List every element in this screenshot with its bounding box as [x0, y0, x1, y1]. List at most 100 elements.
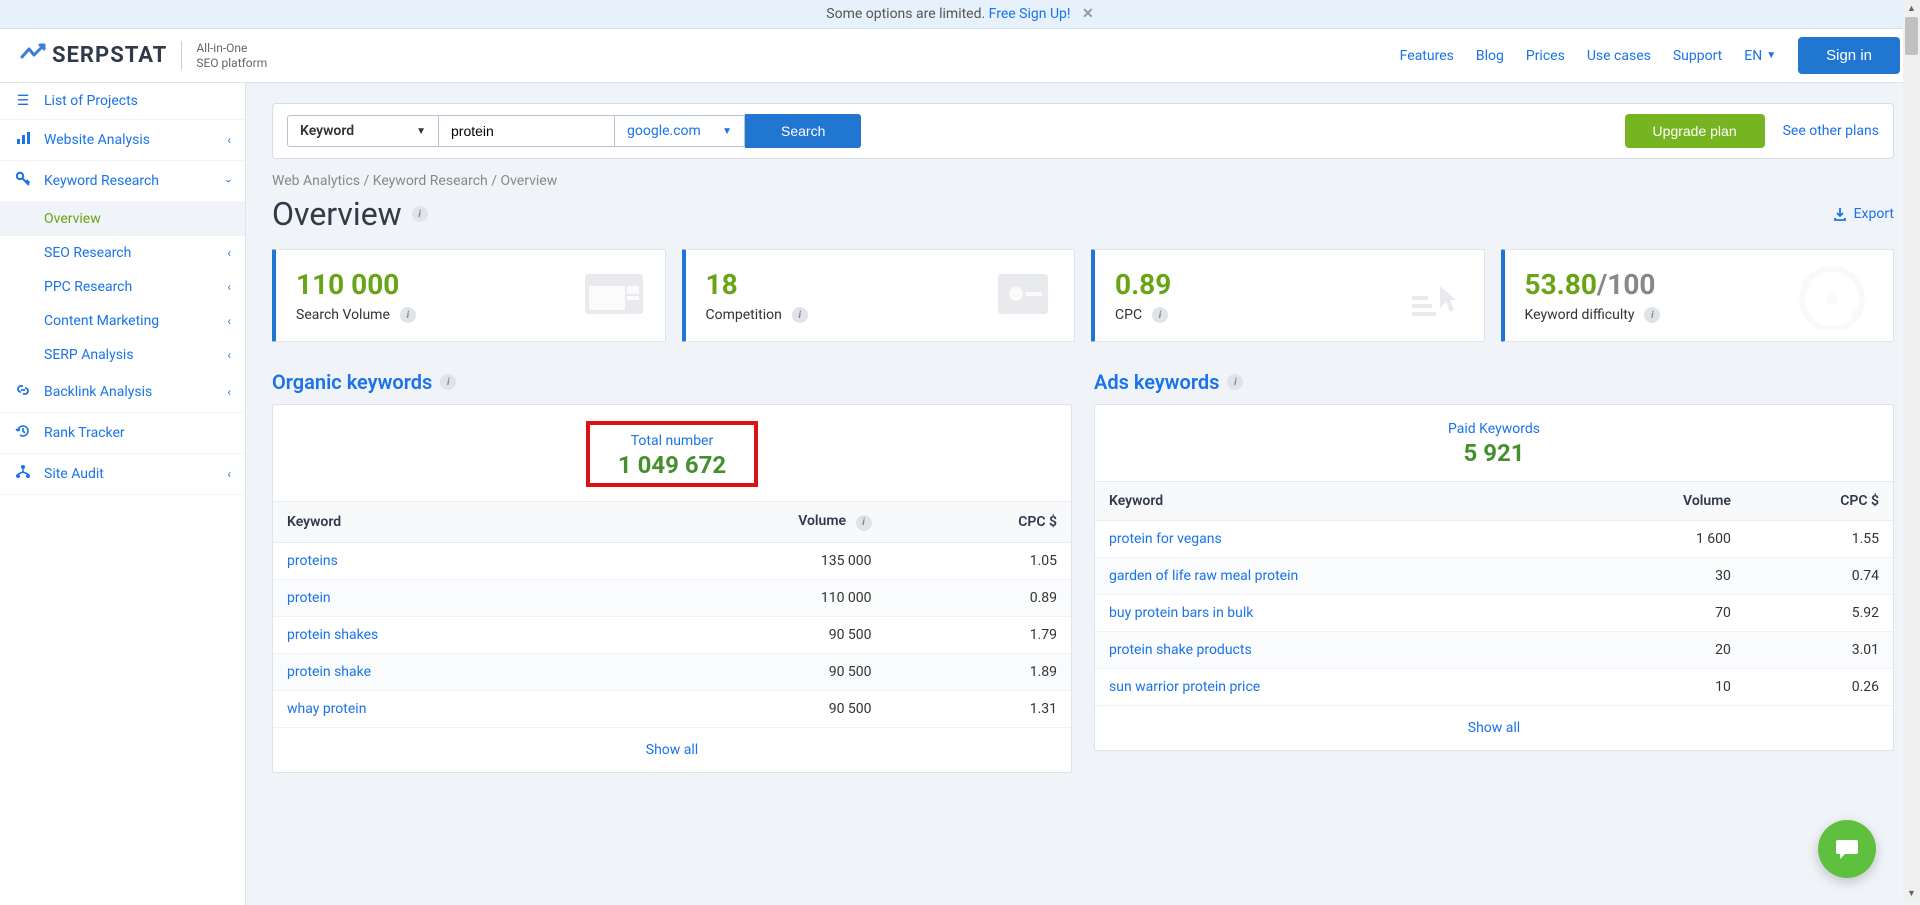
search-input[interactable]: [439, 115, 615, 147]
info-icon[interactable]: i: [440, 374, 456, 390]
sidebar-sub-overview[interactable]: Overview: [0, 202, 245, 236]
sidebar-item-website-analysis[interactable]: Website Analysis ‹: [0, 120, 245, 161]
cell-keyword: proteins: [273, 542, 604, 579]
banner-signup-link[interactable]: Free Sign Up!: [989, 6, 1071, 22]
sidebar-sub-ppc[interactable]: PPC Research‹: [44, 270, 245, 304]
sidebar-sub-content[interactable]: Content Marketing‹: [44, 304, 245, 338]
sidebar-item-projects[interactable]: ☰List of Projects: [0, 83, 245, 120]
keyword-link[interactable]: proteins: [287, 553, 338, 569]
keyword-link[interactable]: garden of life raw meal protein: [1109, 568, 1298, 584]
cell-volume: 135 000: [604, 542, 885, 579]
ads-show-all-link[interactable]: Show all: [1468, 720, 1520, 736]
export-button[interactable]: Export: [1832, 206, 1894, 222]
table-row: protein110 0000.89: [273, 579, 1071, 616]
search-bar: Keyword▼ google.com▼ Search Upgrade plan…: [272, 103, 1894, 159]
cell-cpc: 5.92: [1745, 595, 1893, 632]
nav-support[interactable]: Support: [1673, 48, 1722, 64]
chevron-down-icon: ▼: [722, 126, 732, 137]
see-other-plans-link[interactable]: See other plans: [1783, 123, 1879, 139]
nav-use-cases[interactable]: Use cases: [1587, 48, 1651, 64]
info-icon[interactable]: i: [1152, 307, 1168, 323]
keyword-link[interactable]: protein shake products: [1109, 642, 1252, 658]
chevron-down-icon: ▼: [416, 126, 426, 137]
sitemap-icon: [14, 464, 32, 484]
promo-banner: Some options are limited. Free Sign Up! …: [0, 0, 1920, 29]
link-icon: [14, 382, 32, 402]
keyword-link[interactable]: protein shake: [287, 664, 371, 680]
cell-keyword: buy protein bars in bulk: [1095, 595, 1577, 632]
cell-keyword: protein shake products: [1095, 632, 1577, 669]
cell-cpc: 1.79: [886, 616, 1071, 653]
search-type-select[interactable]: Keyword▼: [287, 115, 439, 147]
cell-volume: 90 500: [604, 690, 885, 727]
ads-keywords-title: Ads keywordsi: [1094, 370, 1894, 394]
table-row: protein for vegans1 6001.55: [1095, 521, 1893, 558]
language-selector[interactable]: EN ▼: [1744, 48, 1776, 64]
cell-volume: 70: [1577, 595, 1745, 632]
sidebar-item-backlink[interactable]: Backlink Analysis ‹: [0, 372, 245, 413]
click-icon: [1398, 264, 1468, 328]
sidebar-submenu-keyword: Overview SEO Research‹ PPC Research‹ Con…: [0, 202, 245, 372]
scroll-up-arrow[interactable]: ▲: [1903, 0, 1920, 17]
cell-cpc: 0.74: [1745, 558, 1893, 595]
logo[interactable]: SERPSTAT: [20, 43, 167, 69]
info-icon[interactable]: i: [412, 206, 428, 222]
keyword-link[interactable]: protein shakes: [287, 627, 378, 643]
table-row: protein shake products203.01: [1095, 632, 1893, 669]
info-icon[interactable]: i: [1227, 374, 1243, 390]
keyword-link[interactable]: buy protein bars in bulk: [1109, 605, 1253, 621]
table-row: protein shakes90 5001.79: [273, 616, 1071, 653]
chevron-left-icon: ‹: [227, 314, 231, 328]
info-icon[interactable]: i: [792, 307, 808, 323]
upgrade-plan-button[interactable]: Upgrade plan: [1625, 114, 1765, 148]
cell-volume: 110 000: [604, 579, 885, 616]
cell-volume: 90 500: [604, 653, 885, 690]
table-row: proteins135 0001.05: [273, 542, 1071, 579]
sidebar-item-keyword-research[interactable]: Keyword Research ›: [0, 161, 245, 202]
table-row: protein shake90 5001.89: [273, 653, 1071, 690]
cell-volume: 10: [1577, 669, 1745, 706]
ads-total: Paid Keywords 5 921: [1095, 405, 1893, 481]
banner-close-icon[interactable]: ✕: [1082, 6, 1094, 22]
cell-keyword: sun warrior protein price: [1095, 669, 1577, 706]
card-cpc: 0.89 CPCi: [1091, 249, 1485, 342]
main-content: Keyword▼ google.com▼ Search Upgrade plan…: [246, 83, 1920, 905]
sidebar-sub-seo[interactable]: SEO Research‹: [44, 236, 245, 270]
chevron-left-icon: ‹: [227, 348, 231, 362]
info-icon[interactable]: i: [400, 307, 416, 323]
organic-keywords-table: Keyword Volume i CPC $ proteins135 0001.…: [273, 501, 1071, 728]
table-row: buy protein bars in bulk 705.92: [1095, 595, 1893, 632]
nav-features[interactable]: Features: [1400, 48, 1454, 64]
ads-keywords-block: Ads keywordsi Paid Keywords 5 921 Keywor…: [1094, 370, 1894, 773]
sidebar-item-site-audit[interactable]: Site Audit ‹: [0, 454, 245, 495]
nav-blog[interactable]: Blog: [1476, 48, 1504, 64]
sidebar-sub-serp[interactable]: SERP Analysis‹: [44, 338, 245, 372]
keyword-link[interactable]: protein: [287, 590, 331, 606]
col-keyword: Keyword: [1095, 482, 1577, 521]
sidebar-item-rank-tracker[interactable]: Rank Tracker: [0, 413, 245, 454]
logo-icon: [20, 43, 46, 69]
search-button[interactable]: Search: [745, 114, 861, 148]
info-icon[interactable]: i: [856, 515, 872, 531]
info-icon[interactable]: i: [1644, 307, 1660, 323]
menu-icon: ☰: [14, 93, 32, 109]
nav-prices[interactable]: Prices: [1526, 48, 1565, 64]
col-keyword: Keyword: [273, 502, 604, 543]
keyword-link[interactable]: sun warrior protein price: [1109, 679, 1260, 695]
card-search-volume: 110 000 Search Volumei: [272, 249, 666, 342]
chevron-left-icon: ‹: [227, 280, 231, 294]
cell-keyword: protein: [273, 579, 604, 616]
col-volume: Volume i: [604, 502, 885, 543]
key-icon: [14, 171, 32, 191]
search-engine-select[interactable]: google.com▼: [615, 115, 745, 147]
chart-icon: [14, 130, 32, 150]
keyword-link[interactable]: protein for vegans: [1109, 531, 1222, 547]
cell-volume: 30: [1577, 558, 1745, 595]
chat-widget-button[interactable]: [1818, 820, 1876, 878]
organic-show-all-link[interactable]: Show all: [646, 742, 698, 758]
scroll-thumb[interactable]: [1905, 17, 1918, 55]
keyword-link[interactable]: whay protein: [287, 701, 366, 717]
chevron-left-icon: ‹: [227, 133, 231, 147]
signin-button[interactable]: Sign in: [1798, 37, 1900, 74]
table-row: garden of life raw meal protein 300.74: [1095, 558, 1893, 595]
